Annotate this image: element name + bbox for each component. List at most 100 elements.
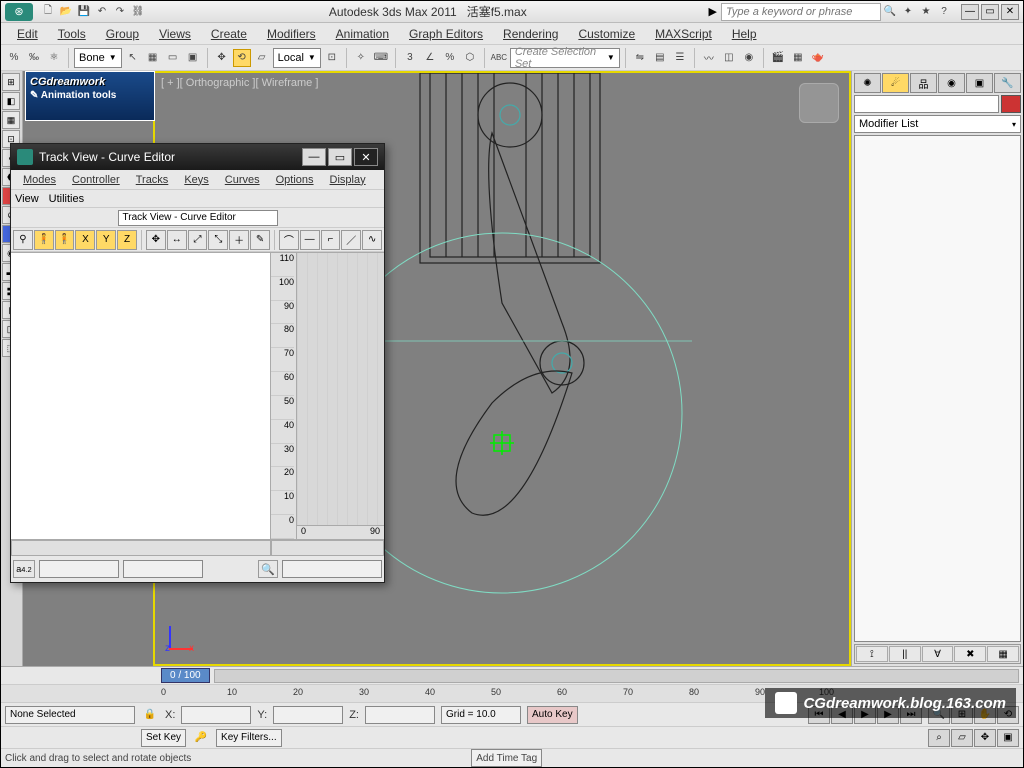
frame-indicator[interactable]: 0 / 100	[161, 668, 210, 683]
tab-utilities[interactable]: 🔧	[994, 73, 1021, 93]
menu-group[interactable]: Group	[96, 25, 149, 43]
keyfilters-button[interactable]: Key Filters...	[216, 729, 282, 747]
binoculars-icon[interactable]: 🔍	[881, 3, 899, 21]
tab-display[interactable]: ▣	[966, 73, 993, 93]
percent-snap-icon[interactable]: %	[441, 49, 459, 67]
link-tool-icon[interactable]: %	[5, 49, 23, 67]
menu-animation[interactable]: Animation	[326, 25, 399, 43]
time-slider[interactable]	[214, 669, 1019, 683]
play-icon[interactable]: ▶	[709, 5, 717, 18]
align-icon[interactable]: ▤	[651, 49, 669, 67]
curve-editor-icon[interactable]: 〰	[700, 49, 718, 67]
vt-3[interactable]: ▦	[2, 111, 20, 129]
menu-rendering[interactable]: Rendering	[493, 25, 568, 43]
autokey-button[interactable]: Auto Key	[527, 706, 578, 724]
make-unique-icon[interactable]: ∀	[922, 646, 954, 662]
menu-maxscript[interactable]: MAXScript	[645, 25, 722, 43]
tv-graph-scroll[interactable]	[271, 540, 384, 556]
window-crossing-icon[interactable]: ▣	[184, 49, 202, 67]
pin-stack-icon[interactable]: ⟟	[856, 646, 888, 662]
tv-menu-modes[interactable]: Modes	[15, 172, 64, 188]
tv-draw-icon[interactable]: ✎	[250, 230, 270, 250]
rotate-icon[interactable]: ⟲	[233, 49, 251, 67]
tv-status-field[interactable]	[282, 560, 382, 578]
lock-icon[interactable]: 🔒	[141, 706, 159, 724]
named-selection-dropdown[interactable]: Create Selection Set▼	[510, 48, 620, 68]
tv-x-icon[interactable]: X	[75, 230, 95, 250]
close-button[interactable]: ✕	[1001, 4, 1019, 20]
key-icon[interactable]: 🔑	[192, 729, 210, 747]
tv-nav-icon[interactable]: a4.2	[13, 560, 35, 578]
keyboard-shortcut-icon[interactable]: ⌨	[372, 49, 390, 67]
select-icon[interactable]: ↖	[124, 49, 142, 67]
help-search-input[interactable]	[721, 3, 881, 21]
tv-tangent-lin-icon[interactable]: ／	[341, 230, 361, 250]
undo-icon[interactable]: ↶	[93, 3, 111, 21]
tv-scale-val-icon[interactable]: ⤡	[208, 230, 228, 250]
tv-menu-display[interactable]: Display	[322, 172, 374, 188]
maximize-button[interactable]: ▭	[981, 4, 999, 20]
tv-key-time[interactable]	[39, 560, 119, 578]
pivot-icon[interactable]: ⊡	[323, 49, 341, 67]
render-frame-icon[interactable]: ▦	[789, 49, 807, 67]
ref-coord-dropdown[interactable]: Local▼	[273, 48, 321, 68]
select-name-icon[interactable]: ▦	[144, 49, 162, 67]
object-color-swatch[interactable]	[1001, 95, 1021, 113]
tv-menu-view[interactable]: View	[15, 193, 39, 205]
tv-key-value[interactable]	[123, 560, 203, 578]
tv-y-icon[interactable]: Y	[96, 230, 116, 250]
tv-menu-tracks[interactable]: Tracks	[128, 172, 177, 188]
tv-maximize[interactable]: ▭	[328, 148, 352, 166]
tv-plot[interactable]: 090	[297, 253, 384, 539]
x-input[interactable]	[181, 706, 251, 724]
tv-menu-controller[interactable]: Controller	[64, 172, 128, 188]
zoom-ext-icon[interactable]: ⌕	[928, 729, 950, 747]
tv-add-key-icon[interactable]: ＋	[229, 230, 249, 250]
tv-name-field[interactable]: Track View - Curve Editor	[118, 210, 278, 226]
menu-create[interactable]: Create	[201, 25, 257, 43]
help-icon[interactable]: ?	[935, 3, 953, 21]
manipulate-icon[interactable]: ✧	[352, 49, 370, 67]
tv-tangent-flat-icon[interactable]: —	[300, 230, 320, 250]
tv-z-icon[interactable]: Z	[117, 230, 137, 250]
menu-views[interactable]: Views	[149, 25, 201, 43]
render-setup-icon[interactable]: 🎬	[769, 49, 787, 67]
menu-edit[interactable]: Edit	[7, 25, 48, 43]
app-icon[interactable]: ⊛	[5, 3, 33, 21]
tools-icon[interactable]: ✦	[899, 3, 917, 21]
tv-graph-area[interactable]: 110100 9080 7060 5040 3020 100 090	[271, 253, 384, 539]
tv-tangent-step-icon[interactable]: ⌐	[321, 230, 341, 250]
selection-filter-dropdown[interactable]: Bone▼	[74, 48, 122, 68]
tv-world-icon[interactable]: 🧍	[34, 230, 54, 250]
vt-1[interactable]: ⊞	[2, 73, 20, 91]
minimize-button[interactable]: —	[961, 4, 979, 20]
menu-help[interactable]: Help	[722, 25, 767, 43]
menu-customize[interactable]: Customize	[568, 25, 645, 43]
schematic-icon[interactable]: ◫	[720, 49, 738, 67]
menu-tools[interactable]: Tools	[48, 25, 96, 43]
vt-2[interactable]: ◧	[2, 92, 20, 110]
add-time-tag[interactable]: Add Time Tag	[471, 749, 542, 767]
unlink-tool-icon[interactable]: ‰	[25, 49, 43, 67]
y-input[interactable]	[273, 706, 343, 724]
modifier-list-dropdown[interactable]: Modifier List▾	[854, 115, 1021, 133]
pan2-icon[interactable]: ✥	[974, 729, 996, 747]
tv-obj-icon[interactable]: 🧍	[55, 230, 75, 250]
redo-icon[interactable]: ↷	[111, 3, 129, 21]
tv-menu-keys[interactable]: Keys	[176, 172, 216, 188]
max-toggle-icon[interactable]: ▣	[997, 729, 1019, 747]
fov-icon[interactable]: ▱	[951, 729, 973, 747]
remove-mod-icon[interactable]: ✖	[954, 646, 986, 662]
tab-hierarchy[interactable]: 品	[910, 73, 937, 93]
tv-minimize[interactable]: —	[302, 148, 326, 166]
z-input[interactable]	[365, 706, 435, 724]
setkey-button[interactable]: Set Key	[141, 729, 186, 747]
new-icon[interactable]: 🗋	[39, 3, 57, 21]
configure-icon[interactable]: ▦	[987, 646, 1019, 662]
tv-tangent-auto-icon[interactable]: ⌒	[279, 230, 299, 250]
show-end-icon[interactable]: ||	[889, 646, 921, 662]
layers-icon[interactable]: ☰	[671, 49, 689, 67]
snap-toggle-icon[interactable]: 3	[401, 49, 419, 67]
tv-scale-keys-icon[interactable]: ⤢	[188, 230, 208, 250]
spinner-snap-icon[interactable]: ⬡	[461, 49, 479, 67]
